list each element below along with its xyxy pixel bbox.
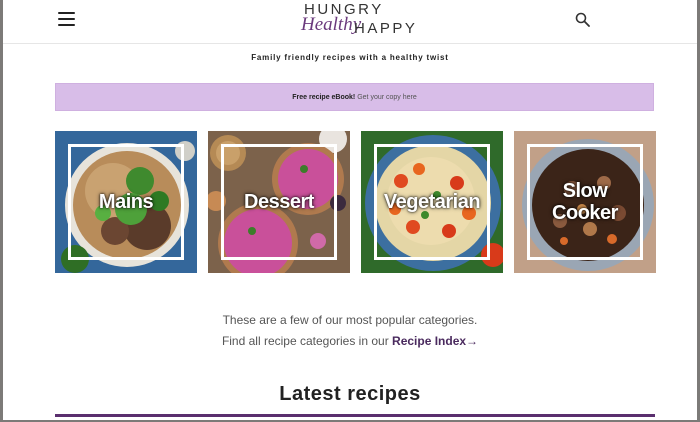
- category-tile-mains[interactable]: Mains: [55, 131, 197, 273]
- intro-line-2: Find all recipe categories in our Recipe…: [3, 331, 697, 352]
- banner-link[interactable]: Get your copy here: [357, 94, 417, 101]
- category-label-vegetarian: Vegetarian: [383, 191, 481, 213]
- intro-line-2-prefix: Find all recipe categories in our: [221, 334, 393, 348]
- category-label-slow-cooker-line2: Cooker: [552, 202, 618, 224]
- page-frame: HUNGRY Healthy HAPPY Family friendly rec…: [3, 0, 697, 420]
- category-tile-slow-cooker[interactable]: Slow Cooker: [514, 131, 656, 273]
- category-tile-vegetarian[interactable]: Vegetarian: [361, 131, 503, 273]
- site-header: HUNGRY Healthy HAPPY: [3, 0, 697, 44]
- category-grid: Mains Dessert Vegetarian Slow Cooker: [55, 131, 656, 274]
- search-icon[interactable]: [575, 12, 590, 27]
- recipe-index-link[interactable]: Recipe Index→: [392, 334, 478, 348]
- category-label-slow-cooker-line1: Slow: [562, 180, 608, 202]
- site-logo[interactable]: HUNGRY Healthy HAPPY: [295, 0, 415, 40]
- section-divider: [55, 414, 655, 417]
- category-tile-dessert[interactable]: Dessert: [208, 131, 350, 273]
- hamburger-menu-icon[interactable]: [58, 12, 75, 26]
- latest-recipes-heading: Latest recipes: [279, 383, 421, 405]
- banner-bold-text: Free recipe eBook!: [292, 94, 356, 101]
- ebook-banner[interactable]: Free recipe eBook! Get your copy here: [55, 83, 654, 111]
- category-label-dessert: Dessert: [244, 191, 314, 213]
- site-tagline: Family friendly recipes with a healthy t…: [251, 53, 449, 62]
- logo-text-happy: HAPPY: [354, 20, 418, 37]
- logo-text-healthy: Healthy: [301, 14, 362, 35]
- intro-line-1: These are a few of our most popular cate…: [222, 313, 478, 327]
- category-label-mains: Mains: [98, 191, 154, 213]
- categories-intro: These are a few of our most popular cate…: [3, 310, 697, 352]
